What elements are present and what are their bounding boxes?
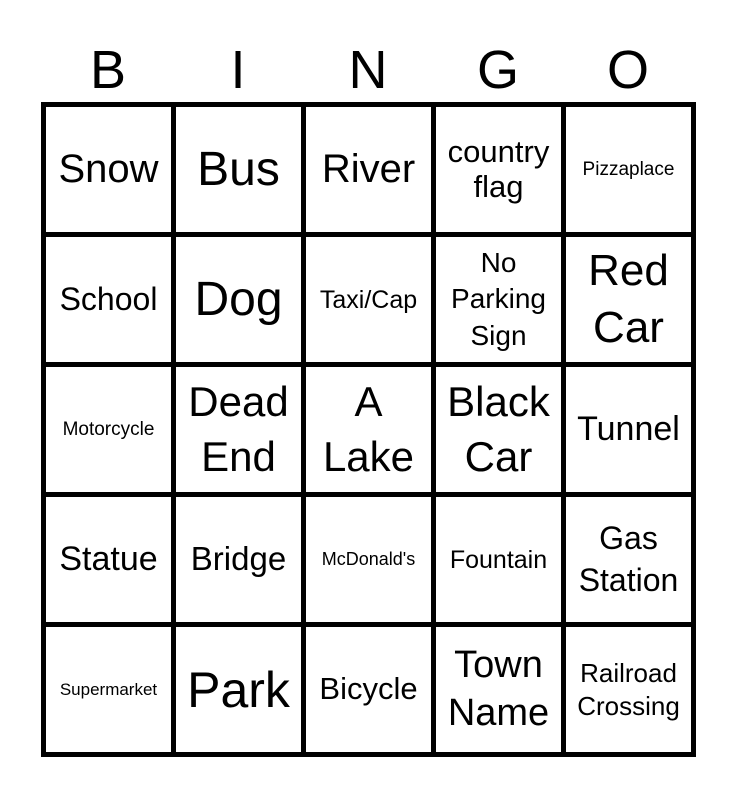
bingo-cell[interactable]: Railroad Crossing xyxy=(566,627,691,752)
header-letter-n: N xyxy=(348,40,388,100)
bingo-cell[interactable]: No Parking Sign xyxy=(436,237,561,362)
bingo-cell[interactable]: Dog xyxy=(176,237,301,362)
bingo-cell[interactable]: Supermarket xyxy=(46,627,171,752)
bingo-cell[interactable]: Fountain xyxy=(436,497,561,622)
header-letter-o: O xyxy=(606,40,649,100)
header-letter-g: G xyxy=(476,40,519,100)
bingo-cell[interactable]: Bus xyxy=(176,107,301,232)
bingo-cell[interactable]: Snow xyxy=(46,107,171,232)
bingo-cell[interactable]: Statue xyxy=(46,497,171,622)
bingo-cell[interactable]: country flag xyxy=(436,107,561,232)
header-letter-i: I xyxy=(230,40,246,100)
bingo-cell[interactable]: Taxi/Cap xyxy=(306,237,431,362)
bingo-cell[interactable]: McDonald's xyxy=(306,497,431,622)
bingo-grid: Snow Bus River country flag Pizzaplace S… xyxy=(41,102,696,757)
bingo-cell[interactable]: River xyxy=(306,107,431,232)
bingo-cell[interactable]: Pizzaplace xyxy=(566,107,691,232)
bingo-cell[interactable]: Bridge xyxy=(176,497,301,622)
bingo-cell[interactable]: Tunnel xyxy=(566,367,691,492)
bingo-cell[interactable]: School xyxy=(46,237,171,362)
bingo-cell[interactable]: Red Car xyxy=(566,237,691,362)
header-letter-b: B xyxy=(89,40,127,100)
bingo-cell[interactable]: Bicycle xyxy=(306,627,431,752)
bingo-cell[interactable]: Dead End xyxy=(176,367,301,492)
bingo-cell[interactable]: Motorcycle xyxy=(46,367,171,492)
bingo-cell[interactable]: Gas Station xyxy=(566,497,691,622)
bingo-cell[interactable]: Town Name xyxy=(436,627,561,752)
bingo-cell[interactable]: A Lake xyxy=(306,367,431,492)
bingo-cell[interactable]: Black Car xyxy=(436,367,561,492)
bingo-cell[interactable]: Park xyxy=(176,627,301,752)
